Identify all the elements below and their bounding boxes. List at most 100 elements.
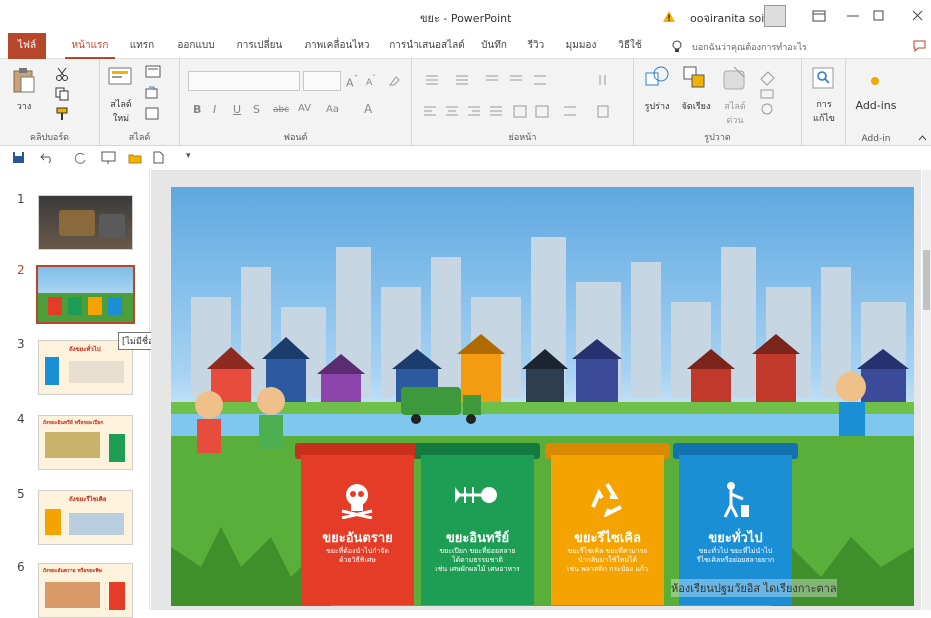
scrollbar-thumb[interactable] <box>923 250 930 310</box>
strikethrough-icon[interactable]: abc <box>273 105 289 115</box>
tab-slideshow[interactable]: การนำเสนอสไลด์ <box>384 33 470 59</box>
group-editing: การ แก้ไข <box>802 59 846 146</box>
quick-styles-button[interactable]: สไลด์ ด่วน <box>718 99 752 127</box>
paste-icon[interactable] <box>12 67 36 93</box>
slide-thumbnail-5[interactable]: ถังขยะรีไซเคิล <box>38 490 133 545</box>
tab-review[interactable]: รีวิว <box>524 33 548 59</box>
underline-icon[interactable]: U <box>233 103 241 116</box>
tab-design[interactable]: ออกแบบ <box>172 33 220 59</box>
tab-insert[interactable]: แทรก <box>125 33 159 59</box>
customize-qat-icon[interactable]: ▾ <box>186 151 191 161</box>
find-icon[interactable] <box>812 67 834 89</box>
section-icon[interactable] <box>145 107 167 121</box>
editing-button[interactable]: การ แก้ไข <box>806 97 842 125</box>
bin-recycle[interactable]: ขยะรีไซเคิล ขยะรีไซเคิล ขยะที่สามารถ นำก… <box>545 443 670 605</box>
shrink-font-icon[interactable]: Aˇ <box>366 74 376 88</box>
thumbnail-title: ถังขยะทั่วไป <box>69 346 101 353</box>
bin-label: ขยะอินทรีย์ <box>445 531 510 546</box>
group-addin: Add-ins Add-in <box>846 59 906 146</box>
comments-icon[interactable] <box>913 40 926 52</box>
addins-icon[interactable] <box>869 75 881 87</box>
layout-icon[interactable] <box>145 65 167 79</box>
title-bar: ขยะ - PowerPoint ooจiranita soisai <box>0 0 931 33</box>
ribbon-tabs: ไฟล์ หน้าแรก แทรก ออกแบบ การเปลี่ยน ภาพเ… <box>0 33 931 59</box>
new-slide-button[interactable]: สไลด์ ใหม่ <box>104 97 138 125</box>
search-box[interactable]: บอกฉันว่าคุณต้องการทำอะไร <box>692 40 807 54</box>
list-icons[interactable] <box>422 73 622 87</box>
cut-icon[interactable] <box>55 67 69 81</box>
arrange-icon[interactable] <box>682 65 708 91</box>
bin-hazardous[interactable]: ขยะอันตราย ขยะที่ต้องนำไปกำจัด ด้วยวิธีพ… <box>295 443 420 605</box>
avatar[interactable] <box>764 5 786 27</box>
tab-view[interactable]: มุมมอง <box>561 33 601 59</box>
group-font: Aˆ Aˇ B I U S abc AV Aa A ฟอนต์ <box>180 59 412 146</box>
group-label-paragraph: ย่อหน้า <box>508 133 537 143</box>
shapes-button[interactable]: รูปร่าง <box>640 99 674 113</box>
align-icons[interactable] <box>422 105 622 119</box>
paste-button[interactable]: วาง <box>10 99 38 113</box>
tab-record[interactable]: บันทึก <box>476 33 512 59</box>
shadow-icon[interactable]: S <box>253 103 260 116</box>
tab-animations[interactable]: ภาพเคลื่อนไหว <box>300 33 374 59</box>
copy-icon[interactable] <box>55 87 69 101</box>
italic-icon[interactable]: I <box>213 103 216 116</box>
new-file-icon[interactable] <box>153 151 164 164</box>
slide-number: 5 <box>17 487 25 501</box>
change-case-icon[interactable]: Aa <box>326 104 339 115</box>
tab-help[interactable]: วิธีใช้ <box>615 33 645 59</box>
arrange-button[interactable]: จัดเรียง <box>678 99 714 113</box>
font-family-select[interactable] <box>188 71 300 91</box>
ribbon-display-icon[interactable] <box>812 10 826 22</box>
thumbnail-title: ถังขยะรีไซเคิล <box>69 496 107 503</box>
tab-transitions[interactable]: การเปลี่ยน <box>232 33 287 59</box>
shapes-icon[interactable] <box>644 65 670 91</box>
group-slides: สไลด์ ใหม่ สไลด์ <box>100 59 180 146</box>
slide-number: 3 <box>17 337 25 351</box>
undo-icon[interactable] <box>40 152 54 163</box>
bin-organic[interactable]: ขยะอินทรีย์ ขยะเปียก ขยะที่ย่อยสลาย ได้ต… <box>415 443 540 605</box>
maximize-icon[interactable] <box>873 10 884 21</box>
close-icon[interactable] <box>912 10 923 21</box>
present-icon[interactable] <box>101 151 116 165</box>
redo-icon[interactable] <box>75 152 87 164</box>
slide-canvas[interactable]: ขยะอันตราย ขยะที่ต้องนำไปกำจัด ด้วยวิธีพ… <box>171 187 914 606</box>
slide-number: 2 <box>17 263 25 277</box>
new-slide-icon[interactable] <box>108 65 134 93</box>
vertical-scrollbar[interactable] <box>922 170 931 610</box>
bold-icon[interactable]: B <box>193 103 201 116</box>
format-painter-icon[interactable] <box>55 107 69 121</box>
grow-font-icon[interactable]: Aˆ <box>346 74 358 90</box>
open-folder-icon[interactable] <box>128 152 142 164</box>
minimize-icon[interactable] <box>847 15 859 17</box>
window-title: ขยะ - PowerPoint <box>420 12 512 25</box>
bin-label: ขยะทั่วไป <box>708 531 763 546</box>
spacing-icon[interactable]: AV <box>298 103 311 114</box>
font-color-icon[interactable]: A <box>364 102 372 116</box>
addins-button[interactable]: Add-ins <box>848 99 904 112</box>
bin-label: ขยะอันตราย <box>322 531 393 546</box>
lightbulb-icon <box>672 40 682 52</box>
collapse-ribbon-icon[interactable] <box>918 135 927 141</box>
tab-file[interactable]: ไฟล์ <box>8 33 46 59</box>
bin-label: ขยะรีไซเคิล <box>574 531 641 546</box>
save-icon[interactable] <box>12 151 25 164</box>
quick-access-toolbar: ▾ <box>0 146 931 170</box>
group-label-drawing: รูปวาด <box>704 133 731 143</box>
quick-styles-icon[interactable] <box>722 65 748 91</box>
font-size-select[interactable] <box>303 71 341 91</box>
slide-number: 6 <box>17 560 25 574</box>
group-label-addin: Add-in <box>861 134 891 144</box>
ribbon: วาง คลิปบอร์ด สไลด์ ใหม่ สไลด์ Aˆ Aˇ B I… <box>0 59 931 146</box>
reset-icon[interactable] <box>145 86 159 100</box>
slide-watermark: ห้องเรียนปฐมวัยอิส ไดเรียงกาะตาล <box>671 579 837 597</box>
slide-thumbnail-1[interactable] <box>38 195 133 250</box>
fill-outline-icons[interactable] <box>758 69 778 119</box>
clear-format-icon[interactable] <box>388 75 400 87</box>
warning-icon[interactable] <box>662 10 676 23</box>
thumbnail-title: ถังขยะอินทรีย์ หรือขยะเปียก <box>43 420 104 426</box>
slide-thumbnail-4[interactable]: ถังขยะอินทรีย์ หรือขยะเปียก <box>38 415 133 470</box>
slide-thumbnail-pane: 1 2 3 ถังขยะทั่วไป 4 ถังขยะอินทรีย์ หรือ… <box>0 170 150 618</box>
slide-thumbnail-2[interactable] <box>36 265 135 324</box>
skull-icon <box>341 484 373 519</box>
tab-home[interactable]: หน้าแรก <box>65 33 115 59</box>
